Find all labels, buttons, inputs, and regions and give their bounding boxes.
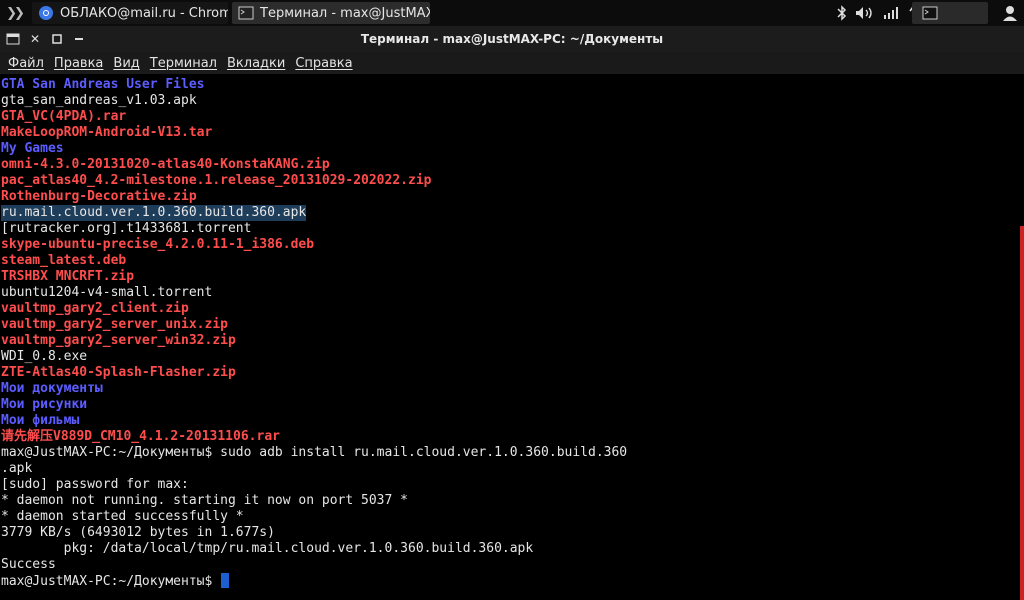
- archive-entry: Rothenburg-Decorative.zip: [1, 189, 197, 204]
- archive-entry: pac_atlas40_4.2-milestone.1.release_2013…: [1, 173, 432, 188]
- minimize-icon[interactable]: [70, 30, 88, 48]
- taskbar: ❯❯ ОБЛАКО@mail.ru - Chromi Терминал - ma…: [0, 0, 1024, 26]
- archive-entry: omni-4.3.0-20131020-atlas40-KonstaKANG.z…: [1, 157, 330, 172]
- terminal-line: vaultmp_gary2_client.zip: [0, 301, 1020, 317]
- maximize-icon[interactable]: [48, 30, 66, 48]
- archive-entry: 请先解压V889D_CM10_4.1.2-20131106.rar: [1, 429, 280, 444]
- terminal-line: My Games: [0, 141, 1020, 157]
- terminal-line: ru.mail.cloud.ver.1.0.360.build.360.apk: [0, 205, 1020, 221]
- terminal-line: gta_san_andreas_v1.03.apk: [0, 93, 1020, 109]
- menu-terminal[interactable]: Терминал: [146, 56, 221, 71]
- terminal-line: GTA_VC(4PDA).rar: [0, 109, 1020, 125]
- scrollbar-thumb[interactable]: [1020, 226, 1024, 600]
- terminal-line: pac_atlas40_4.2-milestone.1.release_2013…: [0, 173, 1020, 189]
- terminal-line: pkg: /data/local/tmp/ru.mail.cloud.ver.1…: [0, 541, 1020, 557]
- terminal-line: steam_latest.deb: [0, 253, 1020, 269]
- taskbar-item-label: Терминал - max@JustMAX...: [260, 5, 430, 21]
- directory-entry: GTA San Andreas User Files: [1, 77, 205, 92]
- terminal-line: 请先解压V889D_CM10_4.1.2-20131106.rar: [0, 429, 1020, 445]
- archive-entry: ZTE-Atlas40-Splash-Flasher.zip: [1, 365, 236, 380]
- terminal-line: MakeLoopROM-Android-V13.tar: [0, 125, 1020, 141]
- terminal-line: * daemon started successfully *: [0, 509, 1020, 525]
- tray-terminal-button[interactable]: [912, 2, 988, 24]
- menubar: Файл Правка Вид Терминал Вкладки Справка: [0, 52, 1024, 74]
- terminal-line: GTA San Andreas User Files: [0, 77, 1020, 93]
- menu-tabs[interactable]: Вкладки: [223, 56, 289, 71]
- archive-entry: vaultmp_gary2_server_unix.zip: [1, 317, 228, 332]
- terminal-line: Мои рисунки: [0, 397, 1020, 413]
- terminal-line: ZTE-Atlas40-Splash-Flasher.zip: [0, 365, 1020, 381]
- window-titlebar: ✕ Терминал - max@JustMAX-PC: ~/Документы: [0, 26, 1024, 52]
- terminal-line: .apk: [0, 461, 1020, 477]
- terminal-line: Мои документы: [0, 381, 1020, 397]
- terminal-line: [sudo] password for max:: [0, 477, 1020, 493]
- directory-entry: Мои рисунки: [1, 397, 88, 412]
- archive-entry: skype-ubuntu-precise_4.2.0.11-1_i386.deb: [1, 237, 315, 252]
- terminal-icon: [238, 6, 254, 20]
- output-text: * daemon started successfully *: [1, 509, 244, 524]
- terminal-line: Мои фильмы: [0, 413, 1020, 429]
- taskbar-item-terminal[interactable]: Терминал - max@JustMAX...: [232, 2, 430, 24]
- output-text: pkg: /data/local/tmp/ru.mail.cloud.ver.1…: [1, 541, 534, 556]
- terminal-line: vaultmp_gary2_server_unix.zip: [0, 317, 1020, 333]
- output-text: gta_san_andreas_v1.03.apk: [1, 93, 197, 108]
- chromium-icon: [39, 6, 53, 20]
- terminal-cursor: [221, 573, 230, 588]
- output-text: 3779 KB/s (6493012 bytes in 1.677s): [1, 525, 275, 540]
- output-text: * daemon not running. starting it now on…: [1, 493, 408, 508]
- terminal-line: max@JustMAX-PC:~/Документы$ sudo adb ins…: [0, 445, 1020, 461]
- archive-entry: vaultmp_gary2_client.zip: [1, 301, 189, 316]
- output-text: max@JustMAX-PC:~/Документы$ sudo adb ins…: [1, 445, 628, 460]
- terminal-line: [rutracker.org].t1433681.torrent: [0, 221, 1020, 237]
- terminal-line: vaultmp_gary2_server_win32.zip: [0, 333, 1020, 349]
- terminal-output[interactable]: GTA San Andreas User Files gta_san_andrea…: [0, 74, 1020, 600]
- terminal-line: Rothenburg-Decorative.zip: [0, 189, 1020, 205]
- window-title: Терминал - max@JustMAX-PC: ~/Документы: [360, 32, 664, 46]
- terminal-line: TRSHBX MNCRFT.zip: [0, 269, 1020, 285]
- app-menu-icon[interactable]: ❯❯: [0, 0, 28, 26]
- selected-text: ru.mail.cloud.ver.1.0.360.build.360.apk: [1, 205, 307, 221]
- terminal-line: ubuntu1204-v4-small.torrent: [0, 285, 1020, 301]
- terminal-icon: [922, 6, 938, 20]
- archive-entry: vaultmp_gary2_server_win32.zip: [1, 333, 236, 348]
- archive-entry: GTA_VC(4PDA).rar: [1, 109, 127, 124]
- terminal-line: Success: [0, 557, 1020, 573]
- output-text: .apk: [1, 461, 33, 476]
- menu-help[interactable]: Справка: [291, 56, 356, 71]
- output-text: [rutracker.org].t1433681.torrent: [1, 221, 252, 236]
- output-text: Success: [1, 557, 56, 572]
- taskbar-item-chromium[interactable]: ОБЛАКО@mail.ru - Chromi: [32, 2, 228, 24]
- output-text: WDI_0.8.exe: [1, 349, 88, 364]
- archive-entry: TRSHBX MNCRFT.zip: [1, 269, 135, 284]
- output-text: ubuntu1204-v4-small.torrent: [1, 285, 213, 300]
- menu-view[interactable]: Вид: [109, 56, 143, 71]
- archive-entry: steam_latest.deb: [1, 253, 127, 268]
- taskbar-item-label: ОБЛАКО@mail.ru - Chromi: [60, 5, 228, 21]
- terminal-line: * daemon not running. starting it now on…: [0, 493, 1020, 509]
- window-menu-icon[interactable]: [4, 30, 22, 48]
- scrollbar[interactable]: [1020, 74, 1024, 600]
- wifi-icon[interactable]: [880, 0, 904, 26]
- directory-entry: Мои документы: [1, 381, 103, 396]
- user-icon[interactable]: [996, 0, 1024, 26]
- output-text: [sudo] password for max:: [1, 477, 189, 492]
- terminal-line: WDI_0.8.exe: [0, 349, 1020, 365]
- directory-entry: Мои фильмы: [1, 413, 80, 428]
- volume-icon[interactable]: [852, 0, 878, 26]
- terminal-lines: GTA San Andreas User Files gta_san_andrea…: [0, 77, 1020, 573]
- terminal-line: 3779 KB/s (6493012 bytes in 1.677s): [0, 525, 1020, 541]
- terminal-prompt-line: max@JustMAX-PC:~/Документы$: [0, 573, 1020, 589]
- menu-edit[interactable]: Правка: [50, 56, 107, 71]
- menu-file[interactable]: Файл: [4, 56, 48, 71]
- terminal-line: skype-ubuntu-precise_4.2.0.11-1_i386.deb: [0, 237, 1020, 253]
- archive-entry: MakeLoopROM-Android-V13.tar: [1, 125, 213, 140]
- close-icon[interactable]: ✕: [26, 30, 44, 48]
- directory-entry: My Games: [1, 141, 64, 156]
- terminal-prompt: max@JustMAX-PC:~/Документы$: [1, 574, 221, 589]
- terminal-line: omni-4.3.0-20131020-atlas40-KonstaKANG.z…: [0, 157, 1020, 173]
- bluetooth-icon[interactable]: [832, 0, 852, 26]
